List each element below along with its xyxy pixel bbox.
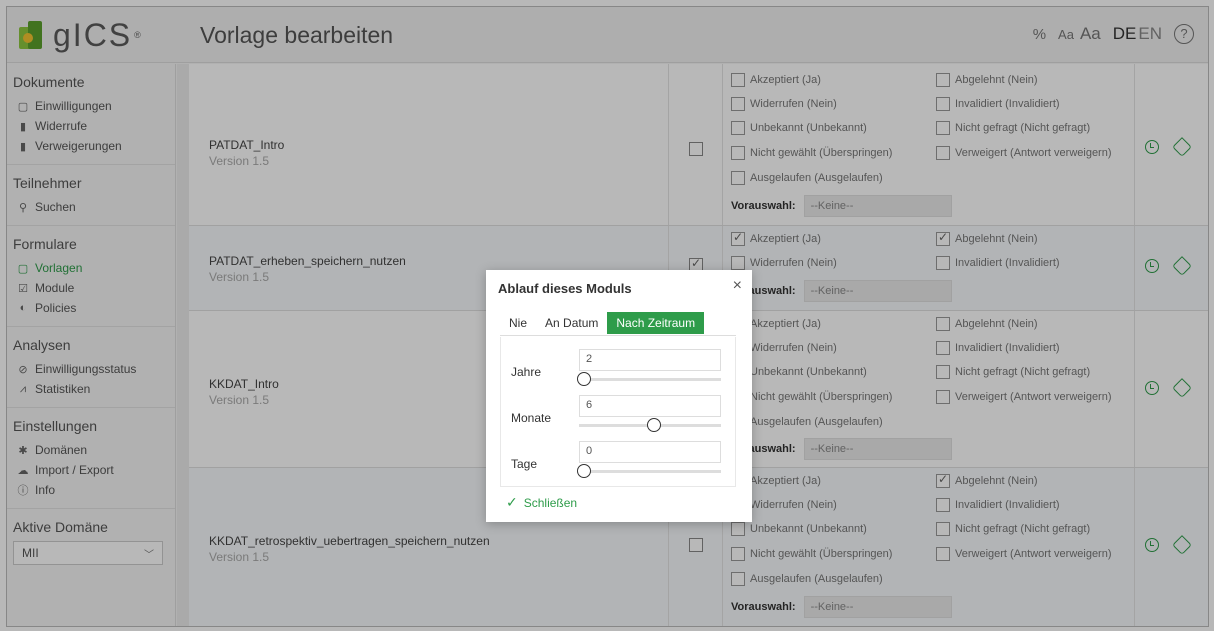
field-monate: Monate 6 [511,395,729,435]
days-input[interactable]: 0 [579,441,721,463]
period-panel: Jahre 2 Monate 6 Tage 0 [500,337,736,487]
tab-an-datum[interactable]: An Datum [536,312,607,334]
expiration-dialog: Ablauf dieses Moduls × Nie An Datum Nach… [486,270,752,522]
field-jahre: Jahre 2 [511,349,729,389]
expiration-tabs: Nie An Datum Nach Zeitraum [500,312,736,336]
days-slider-track[interactable] [579,470,721,473]
months-slider-handle[interactable] [647,418,662,432]
months-input[interactable]: 6 [579,395,721,417]
years-input[interactable]: 2 [579,349,721,371]
days-slider-handle[interactable] [577,464,591,478]
dialog-title: Ablauf dieses Moduls [498,281,632,296]
years-slider-handle[interactable] [577,372,591,386]
field-label: Monate [511,411,552,425]
field-label: Jahre [511,365,542,379]
tab-nach-zeitraum[interactable]: Nach Zeitraum [607,312,705,334]
close-button-label: Schließen [523,495,578,510]
field-tage: Tage 0 [511,441,729,481]
field-label: Tage [511,457,538,471]
years-slider-track[interactable] [579,378,721,381]
tab-nie[interactable]: Nie [500,312,536,334]
close-icon[interactable]: × [733,277,742,295]
check-icon: ✓ [506,494,518,510]
close-button[interactable]: ✓ Schließen [506,494,577,511]
